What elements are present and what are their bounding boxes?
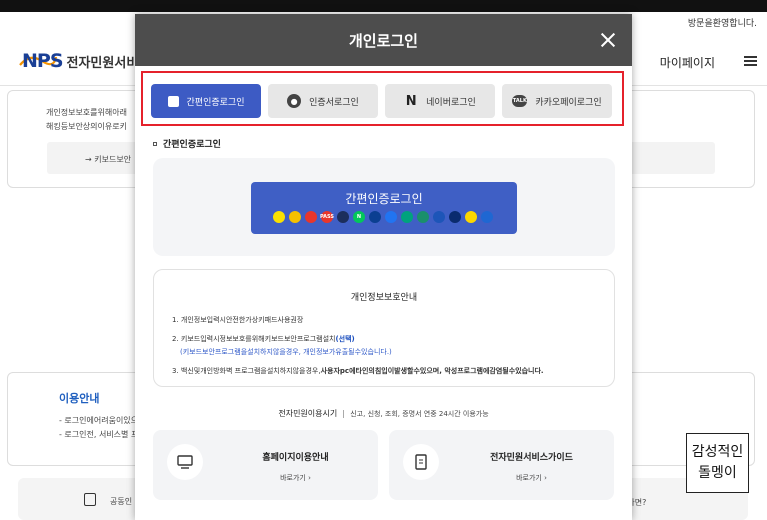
close-icon[interactable] [601,33,615,47]
lock-icon [84,493,96,506]
privacy-list: 1. 개인정보입력시안전한가상키패드사용권장 2. 키보드입력시정보보호를위해키… [172,314,544,378]
nh-icon [417,211,429,223]
login-modal: 개인로그인 간편인증로그인 ● 인증서로그인 N 네이버로그인 TALK 카카오… [135,14,632,520]
toss-icon [385,211,397,223]
info-title: 이용안내 [59,392,100,405]
guide-title: 홈페이지이용안내 [262,453,329,463]
lock-icon [167,95,179,107]
tab-simple-auth[interactable]: 간편인증로그인 [151,84,261,118]
kakao-talk-icon: TALK [512,95,528,107]
privacy-item-1: 1. 개인정보입력시안전한가상키패드사용권장 [172,316,304,324]
tab-kakaopay[interactable]: TALK 카카오페이로그인 [502,84,612,118]
shinhan-icon [369,211,381,223]
homepage-guide-card[interactable]: 홈페이지이용안내 바로가기 › [153,430,378,500]
tab-label: 인증서로그인 [309,97,359,108]
tab-label: 간편인증로그인 [186,97,245,108]
ibk-icon [481,211,493,223]
simple-auth-panel: 간편인증로그인 PASS N [153,158,615,256]
tab-certificate[interactable]: ● 인증서로그인 [268,84,378,118]
watermark-stamp: 감성적인 돌멩이 [686,433,749,493]
provider-icons: PASS N [273,211,493,223]
mypage-link[interactable]: 마이페이지 [660,54,715,71]
banksalad-icon [449,211,461,223]
simple-auth-button[interactable]: 간편인증로그인 PASS N [251,182,517,234]
login-tabs-highlight: 간편인증로그인 ● 인증서로그인 N 네이버로그인 TALK 카카오페이로그인 [141,71,624,126]
welcome-text: 방문을환영합니다. [687,19,757,29]
payco-icon [289,211,301,223]
guide-link[interactable]: 바로가기 › [213,473,378,483]
woori-icon [433,211,445,223]
service-hours: 전자민원이용시기 신고, 신청, 조회, 증명서 연중 24시간 이용가능 [278,409,489,418]
privacy-notice: 개인정보보호안내 1. 개인정보입력시안전한가상키패드사용권장 2. 키보드입력… [153,269,615,387]
tab-label: 네이버로그인 [426,97,476,108]
modal-title: 개인로그인 [348,32,418,50]
samsung-pass-icon [305,211,317,223]
bullet-icon [153,141,157,146]
modal-header: 개인로그인 [135,14,632,66]
guide-link[interactable]: 바로가기 › [449,473,614,483]
pass-icon: PASS [320,211,334,223]
hana-icon [401,211,413,223]
top-bar [0,0,767,12]
guide-title: 전자민원서비스가이드 [490,453,573,463]
bottom-text: 공동인 [110,497,133,506]
certificate-icon: ● [287,94,302,108]
privacy-item-2: 2. 키보드입력시정보보호를위해키보드보안프로그램설치(선택) [172,335,355,343]
monitor-icon [167,444,203,480]
privacy-title: 개인정보보호안내 [350,293,418,303]
tab-naver[interactable]: N 네이버로그인 [385,84,495,118]
tab-label: 카카오페이로그인 [535,97,602,108]
naver-icon: N [353,211,365,223]
privacy-item-3: 3. 백신및개인방화벽 프로그램을설치하지않을경우,사용자pc에타인의침입이발생… [172,367,544,375]
section-label: 간편인증로그인 [153,137,221,150]
kb-icon [337,211,349,223]
service-guide-card[interactable]: 전자민원서비스가이드 바로가기 › [389,430,614,500]
kakao-icon [273,211,285,223]
keyboard-security-link[interactable]: → 키보드보안 [85,154,131,165]
document-icon [403,444,439,480]
notice-text: 개인정보보호를위해아래 해킹등보안상의이유로키 [46,108,127,131]
hamburger-menu-icon[interactable] [744,56,757,66]
site-logo[interactable]: NPS 전자민원서비스 [18,50,150,72]
logo-mark: NPS [22,50,64,72]
naver-icon: N [405,93,417,109]
kakaobank-icon [465,211,477,223]
simple-auth-button-label: 간편인증로그인 [345,192,423,206]
privacy-item-2-sub: (키보드보안프로그램을설치하지않을경우, 개인정보가유출될수있습니다.) [180,348,392,356]
info-lines: - 로그인에어려움이있으 - 로그인전, 서비스별 프 [59,416,139,439]
